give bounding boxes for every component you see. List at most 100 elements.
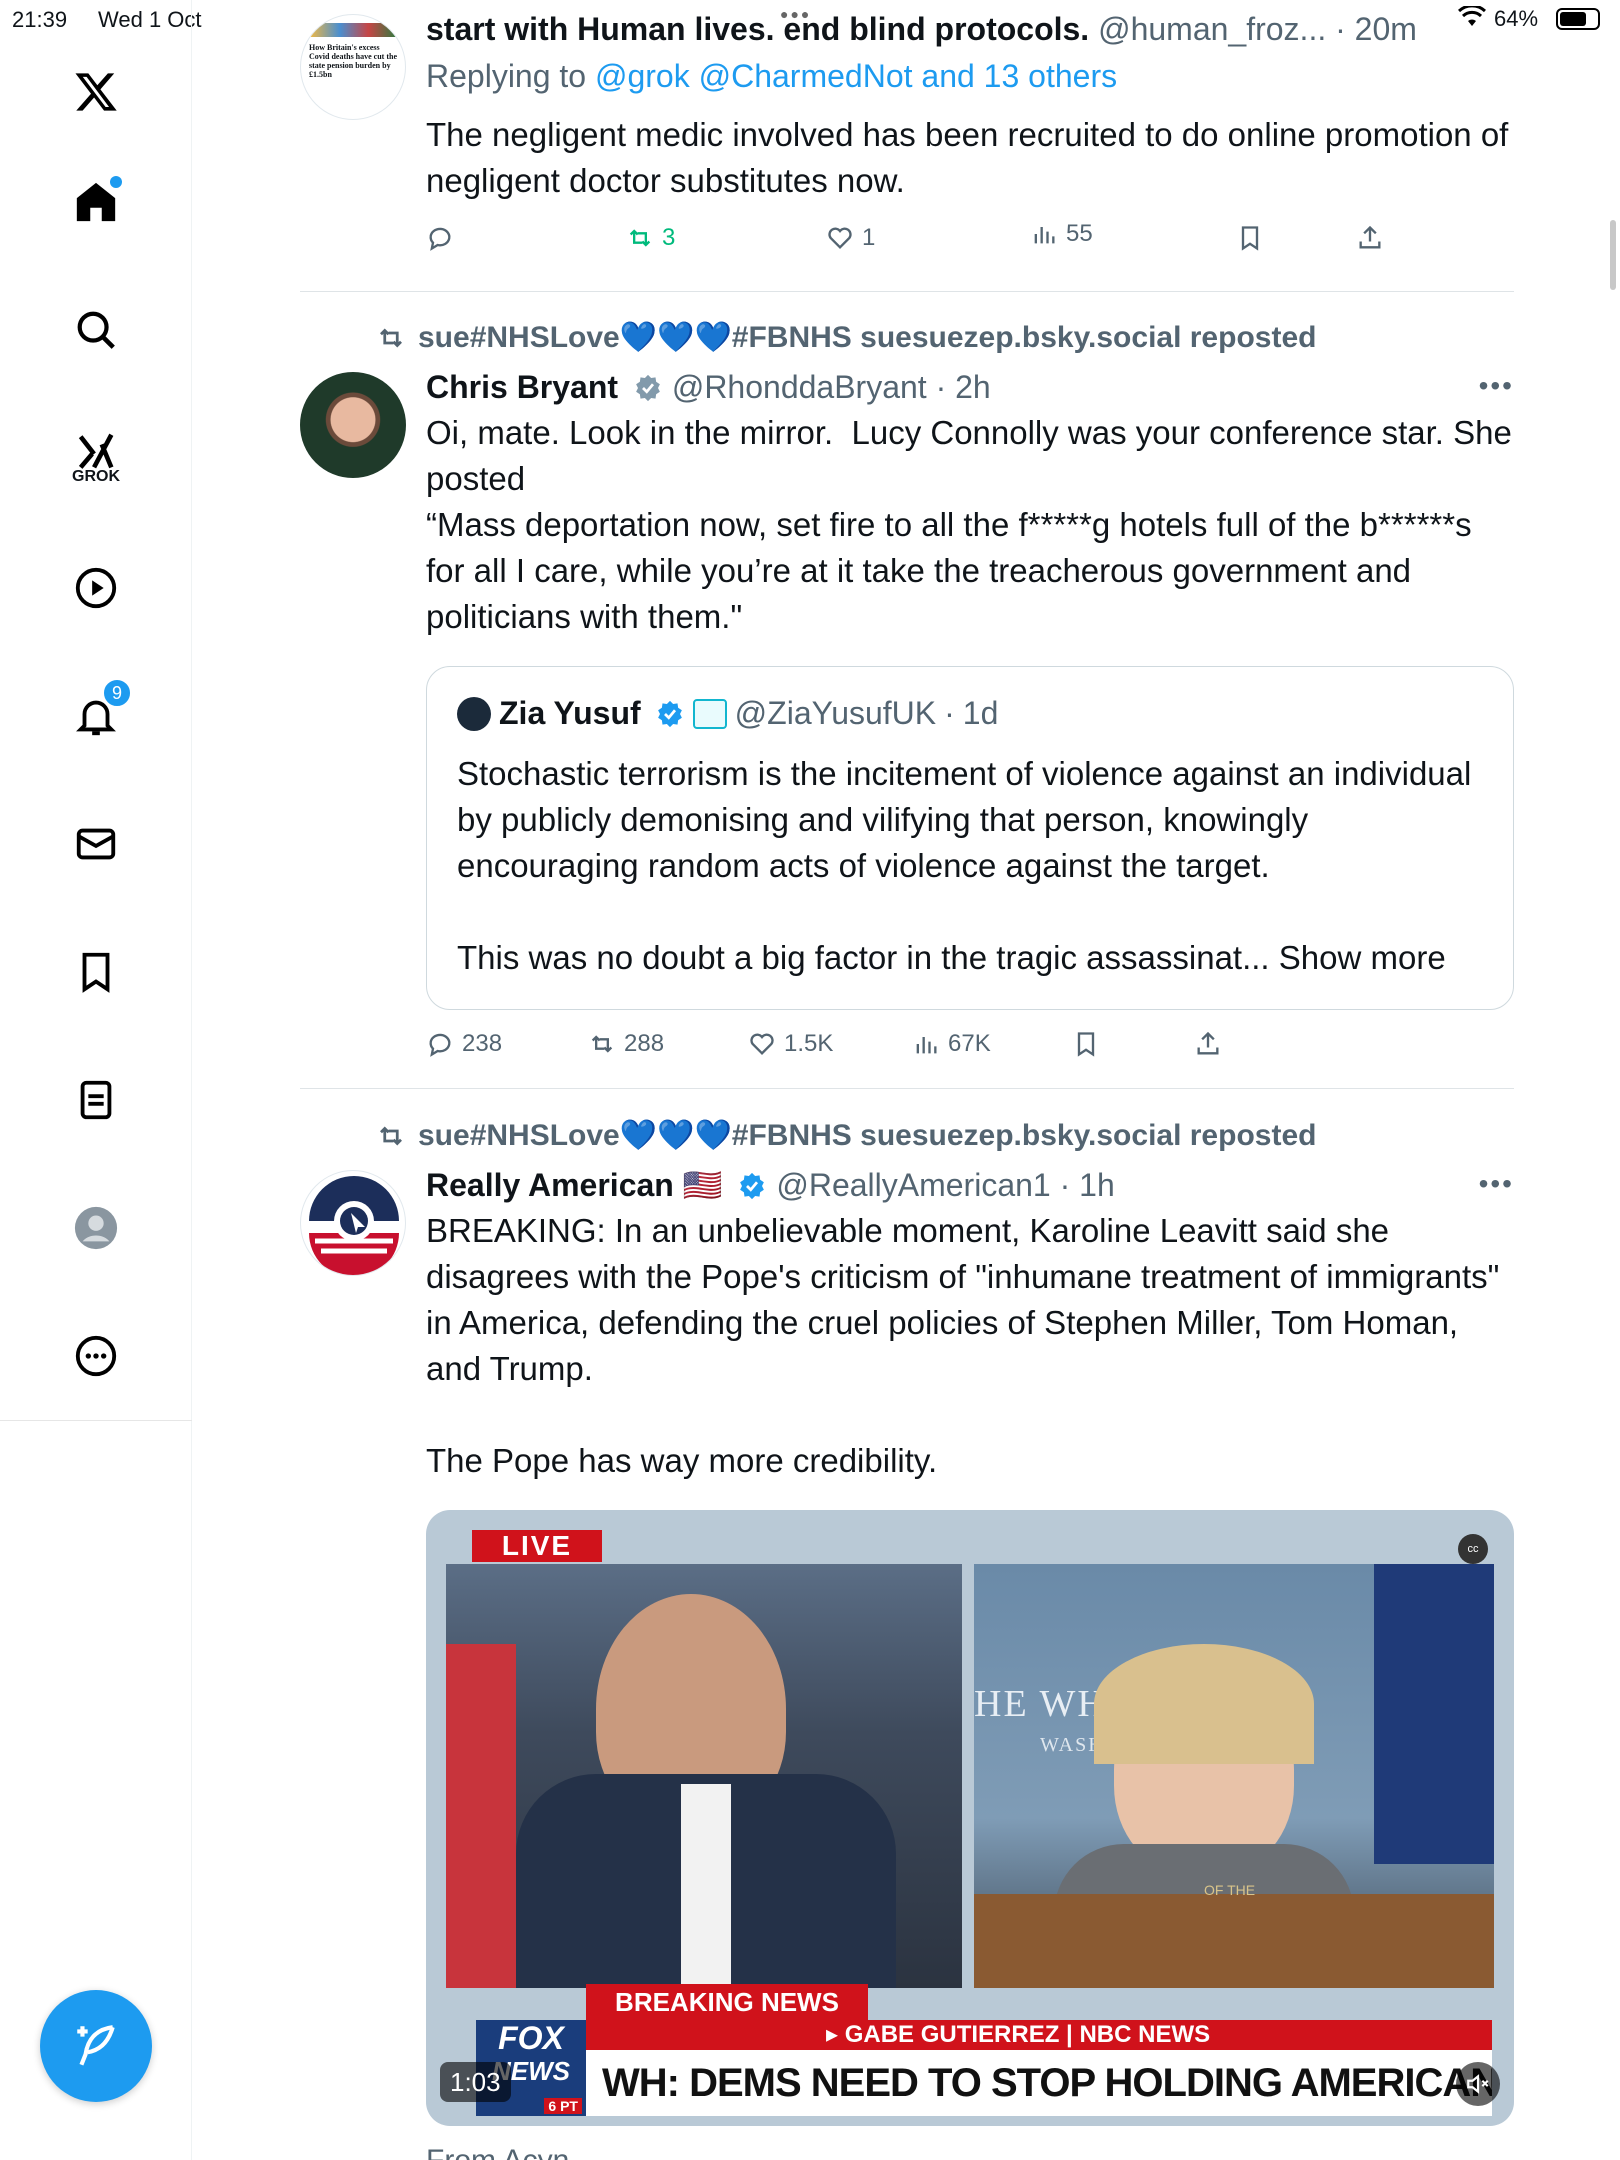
muted-speaker-icon xyxy=(1467,2074,1489,2094)
like-count: 1 xyxy=(862,224,876,251)
fox-clock: 6 PT xyxy=(544,2098,582,2114)
like-icon xyxy=(828,227,852,249)
post-time[interactable]: 20m xyxy=(1355,11,1417,47)
bookmark-icon xyxy=(1241,226,1259,251)
avatar-chris-bryant[interactable] xyxy=(300,372,406,478)
share-button[interactable] xyxy=(1356,224,1384,252)
share-icon xyxy=(1197,1031,1219,1055)
home-icon[interactable] xyxy=(66,172,126,232)
newspaper-header-strip xyxy=(311,23,397,37)
closed-captions-icon[interactable]: cc xyxy=(1458,1534,1488,1564)
reply-count: 238 xyxy=(462,1030,503,1057)
author-handle[interactable]: @RhonddaBryant xyxy=(672,369,927,405)
grok-label: GROK xyxy=(72,468,120,485)
avatar-newspaper[interactable]: How Britain's excess Covid deaths have c… xyxy=(300,14,406,120)
post-time[interactable]: 1h xyxy=(1079,1167,1115,1203)
post-text: BREAKING: In an unbelievable moment, Kar… xyxy=(426,1212,1500,1479)
post-reply[interactable]: How Britain's excess Covid deaths have c… xyxy=(300,0,1518,292)
author-name[interactable]: Really American xyxy=(426,1167,674,1203)
replying-to-users[interactable]: @grok @CharmedNot and 13 others xyxy=(595,58,1117,94)
affiliation-badge-icon xyxy=(692,698,727,729)
post-actions: 3 1 55 xyxy=(426,220,1514,264)
next-post-peek: From Acyn xyxy=(426,2144,569,2160)
home-unread-dot xyxy=(110,176,122,188)
video-speaker-hair xyxy=(1094,1644,1314,1764)
video-breaking-news-banner: BREAKING NEWS xyxy=(586,1984,868,2020)
post-header: start with Human lives. end blind protoc… xyxy=(426,11,1417,47)
repost-attribution-text: sue#NHSLove💙💙💙#FBNHS suesuezep.bsky.soci… xyxy=(418,1119,1317,1152)
scrollbar[interactable] xyxy=(1610,220,1616,290)
repost-button[interactable]: 3 xyxy=(626,224,675,252)
repost-attribution[interactable]: sue#NHSLove💙💙💙#FBNHS suesuezep.bsky.soci… xyxy=(376,320,1316,355)
repost-count: 288 xyxy=(624,1030,665,1057)
notifications-icon[interactable]: 9 xyxy=(66,678,132,746)
verified-blue-icon xyxy=(657,700,682,727)
views-button[interactable]: 55 xyxy=(1030,220,1093,248)
video-flag xyxy=(1374,1564,1494,1864)
video-right-panel: HE WHIT WASHIN OF THE xyxy=(974,1564,1494,1988)
video-player[interactable]: HE WHIT WASHIN OF THE LIVE cc BREAKING N… xyxy=(426,1510,1514,2126)
repost-icon xyxy=(629,229,651,247)
profile-icon[interactable] xyxy=(66,1198,126,1258)
lists-icon[interactable] xyxy=(66,1070,126,1130)
quoted-author-handle: @ZiaYusufUK xyxy=(734,695,937,731)
repost-attribution[interactable]: sue#NHSLove💙💙💙#FBNHS suesuezep.bsky.soci… xyxy=(376,1118,1316,1153)
post-time[interactable]: 2h xyxy=(955,369,991,405)
reply-button[interactable]: 238 xyxy=(426,1030,502,1058)
compose-post-button[interactable] xyxy=(40,1990,152,2102)
views-icon xyxy=(916,1037,937,1054)
repost-attribution-text: sue#NHSLove💙💙💙#FBNHS suesuezep.bsky.soci… xyxy=(418,321,1317,354)
author-handle[interactable]: @human_froz... xyxy=(1098,11,1326,47)
bookmark-button[interactable] xyxy=(1236,224,1264,252)
show-more-link[interactable]: Show more xyxy=(1279,939,1446,976)
views-icon xyxy=(1034,227,1055,244)
search-icon[interactable] xyxy=(66,300,126,360)
replying-to-label: Replying to xyxy=(426,58,595,94)
mute-button[interactable] xyxy=(1456,2062,1500,2106)
compose-feather-icon xyxy=(77,2025,115,2066)
video-icon[interactable] xyxy=(66,558,126,618)
video-duration: 1:03 xyxy=(440,2062,511,2102)
like-icon xyxy=(750,1033,774,1055)
post-text: The negligent medic involved has been re… xyxy=(426,116,1518,199)
video-background-person xyxy=(446,1644,516,1988)
notifications-badge: 9 xyxy=(102,678,132,708)
post-text: Oi, mate. Look in the mirror. Lucy Conno… xyxy=(426,414,1512,635)
like-button[interactable]: 1.5K xyxy=(748,1030,833,1058)
repost-small-icon xyxy=(380,328,402,347)
video-left-panel xyxy=(446,1564,962,1988)
post-repost-chris-bryant[interactable]: sue#NHSLove💙💙💙#FBNHS suesuezep.bsky.soci… xyxy=(300,292,1514,1089)
repost-count: 3 xyxy=(662,224,676,251)
quoted-header: Zia Yusuf @ZiaYusufUK · 1d xyxy=(457,695,998,732)
like-button[interactable]: 1 xyxy=(826,224,875,252)
messages-icon[interactable] xyxy=(66,814,126,874)
reply-icon xyxy=(429,227,451,251)
sidebar-nav: GROK 9 xyxy=(0,0,192,2160)
avatar-really-american[interactable] xyxy=(300,1170,406,1276)
replying-to: Replying to @grok @CharmedNot and 13 oth… xyxy=(426,54,1514,98)
quoted-post[interactable]: Zia Yusuf @ZiaYusufUK · 1d Stochastic te… xyxy=(426,666,1514,1010)
more-options-icon[interactable] xyxy=(66,1326,126,1386)
us-flag-icon: 🇺🇸 xyxy=(682,1167,723,1203)
verified-blue-icon xyxy=(740,1172,765,1200)
x-logo-icon[interactable] xyxy=(66,62,126,122)
post-actions: 238 288 1.5K 67K xyxy=(426,1030,1514,1070)
share-icon xyxy=(1359,225,1381,249)
bookmark-button[interactable] xyxy=(1072,1030,1100,1058)
grok-icon[interactable]: GROK xyxy=(66,422,126,485)
post-repost-really-american[interactable]: sue#NHSLove💙💙💙#FBNHS suesuezep.bsky.soci… xyxy=(300,1090,1514,2160)
author-handle[interactable]: @ReallyAmerican1 xyxy=(776,1167,1050,1203)
views-button[interactable]: 67K xyxy=(912,1030,991,1058)
bookmark-icon xyxy=(1077,1032,1095,1057)
video-podium xyxy=(974,1894,1494,1988)
share-button[interactable] xyxy=(1194,1030,1222,1058)
repost-icon xyxy=(591,1035,613,1053)
author-name[interactable]: Chris Bryant xyxy=(426,369,618,405)
repost-button[interactable]: 288 xyxy=(588,1030,664,1058)
reply-button[interactable] xyxy=(426,224,462,252)
quoted-post-time: 1d xyxy=(962,695,999,731)
bookmarks-icon[interactable] xyxy=(66,942,126,1002)
author-name[interactable]: start with Human lives. end blind protoc… xyxy=(426,11,1089,47)
post-more-icon[interactable]: ••• xyxy=(1479,370,1514,402)
post-more-icon[interactable]: ••• xyxy=(1479,1168,1514,1200)
